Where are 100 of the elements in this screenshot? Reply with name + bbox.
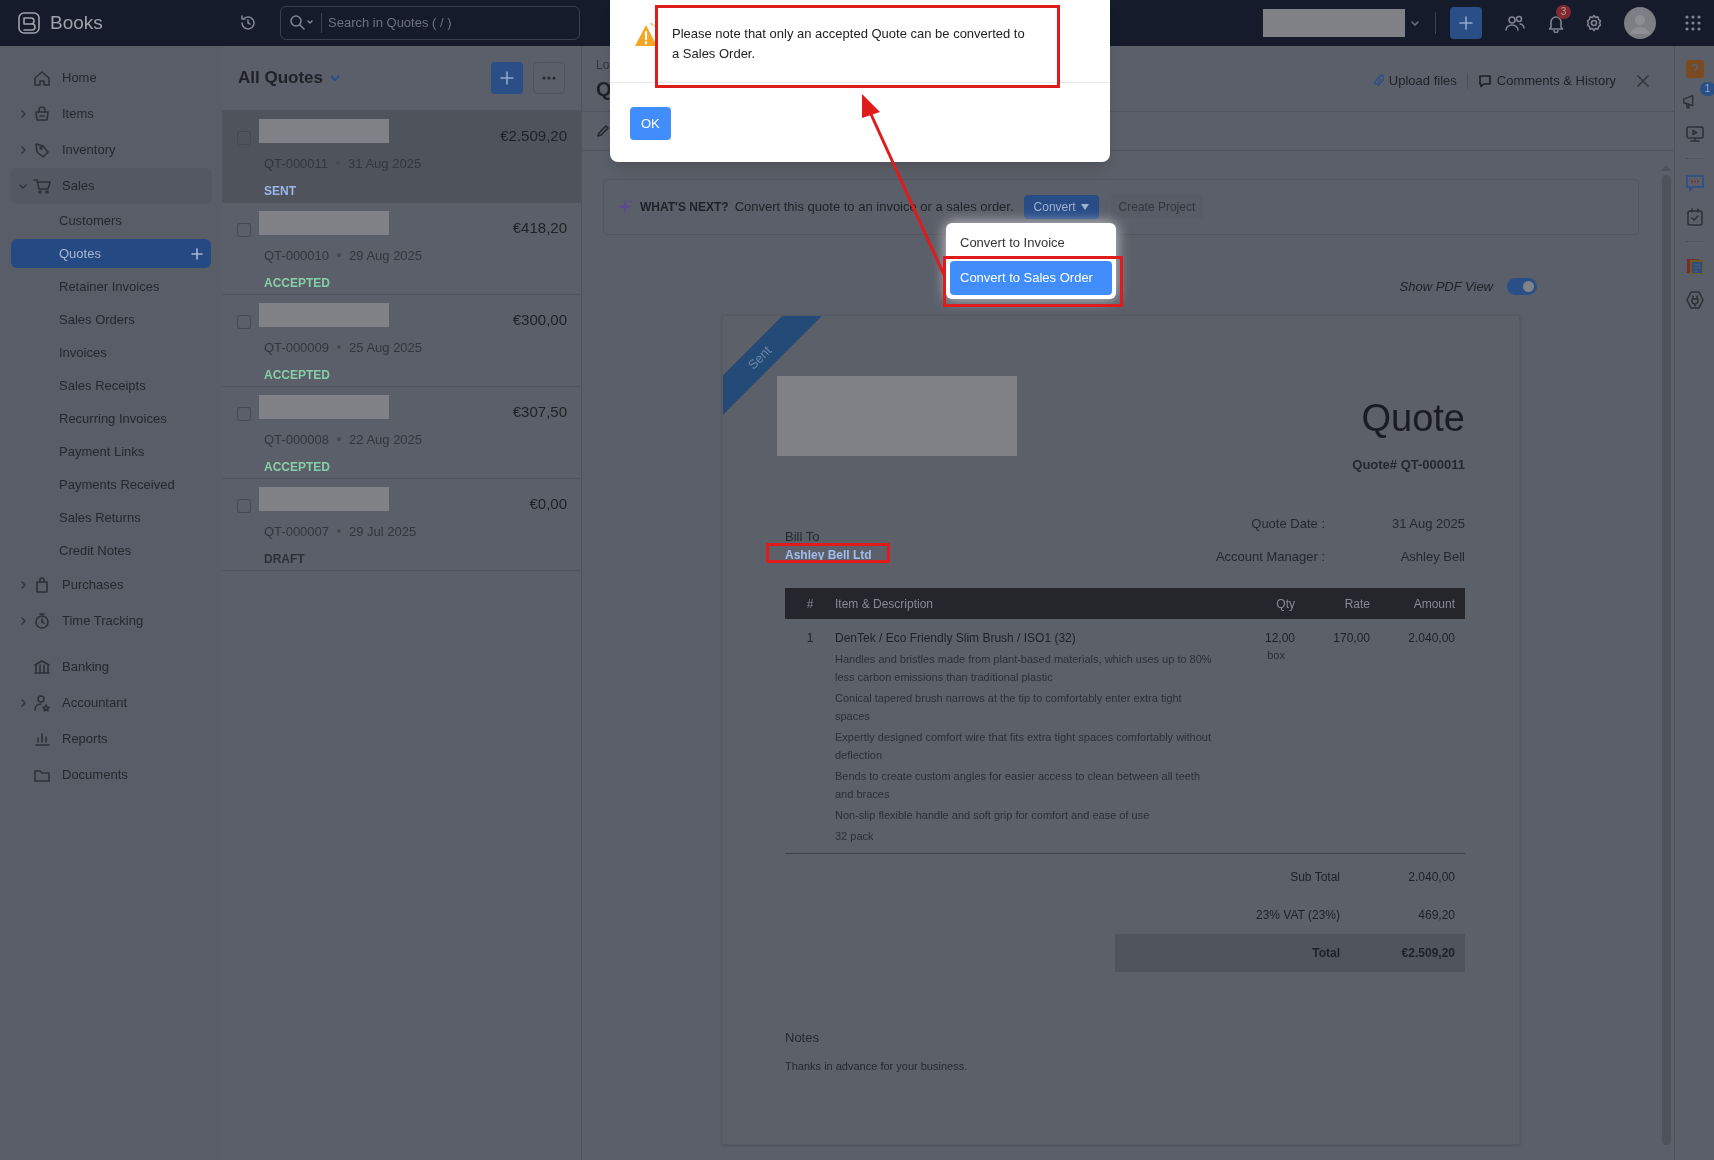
field-label: Account Manager : [1215, 547, 1325, 566]
sidebar-item[interactable]: Time Tracking [10, 603, 212, 639]
page-title: Q [596, 77, 612, 102]
search-icon [289, 14, 315, 32]
sidebar-item[interactable]: Items [10, 96, 212, 132]
nav-icon [32, 140, 52, 160]
pdf-view-toggle[interactable] [1507, 278, 1537, 296]
total-label: 23% VAT (23%) [1254, 907, 1340, 924]
field-value: Ashley Bell [1399, 547, 1465, 566]
quote-amount: €0,00 [529, 494, 567, 514]
status-label: ACCEPTED [264, 367, 330, 384]
list-title-dropdown[interactable]: All Quotes [238, 65, 341, 91]
customer-link[interactable]: Ashley Bell Ltd [785, 546, 872, 564]
chevron-right-icon[interactable] [18, 109, 28, 119]
notes-text: Thanks in advance for your business. [785, 1058, 969, 1074]
notification-badge: 3 [1556, 5, 1571, 19]
more-icon [542, 76, 556, 80]
plus-icon [1457, 14, 1475, 32]
comment-icon [1477, 73, 1492, 88]
table-cell-text: 1 [805, 630, 815, 647]
new-button[interactable] [1450, 7, 1482, 39]
quote-amount: €418,20 [512, 218, 567, 238]
checkbox[interactable] [237, 315, 251, 329]
apps-grid-icon[interactable] [1684, 14, 1702, 32]
edit-icon[interactable] [596, 124, 610, 138]
search-field[interactable]: Search in Quotes ( / ) [280, 6, 580, 40]
checkbox[interactable] [237, 223, 251, 237]
bell-icon[interactable] [1546, 13, 1566, 33]
table-cell-text: 12,00 [1264, 630, 1295, 647]
sidebar-item[interactable]: Inventory [10, 132, 212, 168]
convert-button[interactable]: Convert [1023, 195, 1099, 219]
table-cell-text: 2.040,00 [1407, 630, 1456, 647]
sidebar-item[interactable]: Invoices [11, 338, 211, 367]
chevron-right-icon[interactable] [18, 145, 28, 155]
ok-button[interactable]: OK [630, 107, 671, 140]
chevron-right-icon[interactable] [18, 698, 28, 708]
comments-history-button[interactable]: Comments & History [1477, 70, 1616, 91]
search-input[interactable]: Search in Quotes ( / ) [328, 13, 558, 33]
sidebar-item[interactable]: Payment Links [11, 437, 211, 466]
chat-icon[interactable] [1684, 173, 1705, 193]
sidebar-item[interactable]: Sales Receipts [11, 371, 211, 400]
sidebar-item[interactable]: Documents [10, 757, 212, 793]
new-quote-button[interactable] [491, 62, 523, 94]
users-icon[interactable] [1504, 13, 1526, 33]
sidebar-item[interactable]: Credit Notes [11, 536, 211, 565]
sidebar-item[interactable]: Sales Returns [11, 503, 211, 532]
plus-icon[interactable] [191, 247, 203, 260]
sidebar-item[interactable]: Home [10, 60, 212, 96]
app-name: Books [50, 10, 103, 35]
nav-icon [32, 693, 52, 713]
help-icon[interactable] [1685, 60, 1704, 78]
field-value: 31 Aug 2025 [1390, 515, 1465, 533]
quote-number: Quote# QT-000011 [1352, 455, 1465, 474]
sidebar-item[interactable]: Quotes [11, 239, 211, 268]
sidebar-item[interactable]: Recurring Invoices [11, 404, 211, 433]
alert-message: Please note that only an accepted Quote can be converted to a Sales Order. [672, 25, 1026, 63]
notification-badge: 1 [1699, 82, 1714, 96]
sidebar-item[interactable]: Accountant [10, 685, 212, 721]
chevron-down-icon[interactable] [18, 181, 28, 191]
nav-icon [32, 176, 52, 196]
checkbox[interactable] [237, 407, 251, 421]
bill-to-label: Bill To [785, 527, 821, 546]
warning-icon [634, 22, 658, 48]
menu-item[interactable]: Convert to Sales Order [950, 261, 1112, 295]
history-icon[interactable] [238, 13, 258, 33]
sidebar-item[interactable]: Reports [10, 721, 212, 757]
table-cell-text: 170,00 [1332, 630, 1370, 647]
column-header: Amount [1412, 595, 1456, 613]
plus-icon [499, 70, 515, 86]
avatar[interactable] [1624, 7, 1656, 39]
logo-icon [16, 10, 42, 36]
close-icon[interactable] [1636, 73, 1650, 88]
monitor-play-icon[interactable] [1684, 124, 1705, 144]
sidebar-item[interactable]: Purchases [10, 567, 212, 603]
sidebar-item[interactable]: Payments Received [11, 470, 211, 499]
nav-icon [32, 104, 52, 124]
sidebar-item[interactable]: Customers [11, 206, 211, 235]
toggle-label: Show PDF View [1399, 278, 1493, 296]
total-label: Sub Total [1289, 869, 1340, 886]
menu-item[interactable]: Convert to Invoice [950, 227, 1112, 259]
chevron-right-icon[interactable] [18, 616, 28, 626]
sidebar-item[interactable]: Sales Orders [11, 305, 211, 334]
settings-icon[interactable] [1584, 13, 1604, 33]
sidebar-item[interactable]: Retainer Invoices [11, 272, 211, 301]
upload-files-button[interactable]: Upload files [1371, 70, 1457, 91]
checkbox[interactable] [237, 499, 251, 513]
nav-icon [32, 657, 52, 677]
quote-amount: €300,00 [512, 310, 567, 330]
chevron-right-icon[interactable] [18, 580, 28, 590]
more-button[interactable] [533, 62, 565, 94]
notebook-icon[interactable] [1684, 256, 1705, 276]
sidebar-item[interactable]: Banking [10, 649, 212, 685]
nav-icon [32, 68, 52, 88]
total-value: 469,20 [1417, 907, 1456, 924]
sparkle-icon [618, 199, 634, 215]
plug-icon[interactable] [1684, 290, 1705, 310]
field-label: Quote Date : [1250, 515, 1325, 533]
column-header: Item & Description [835, 595, 935, 613]
calendar-check-icon[interactable] [1684, 207, 1705, 227]
caret-icon [1080, 204, 1089, 210]
